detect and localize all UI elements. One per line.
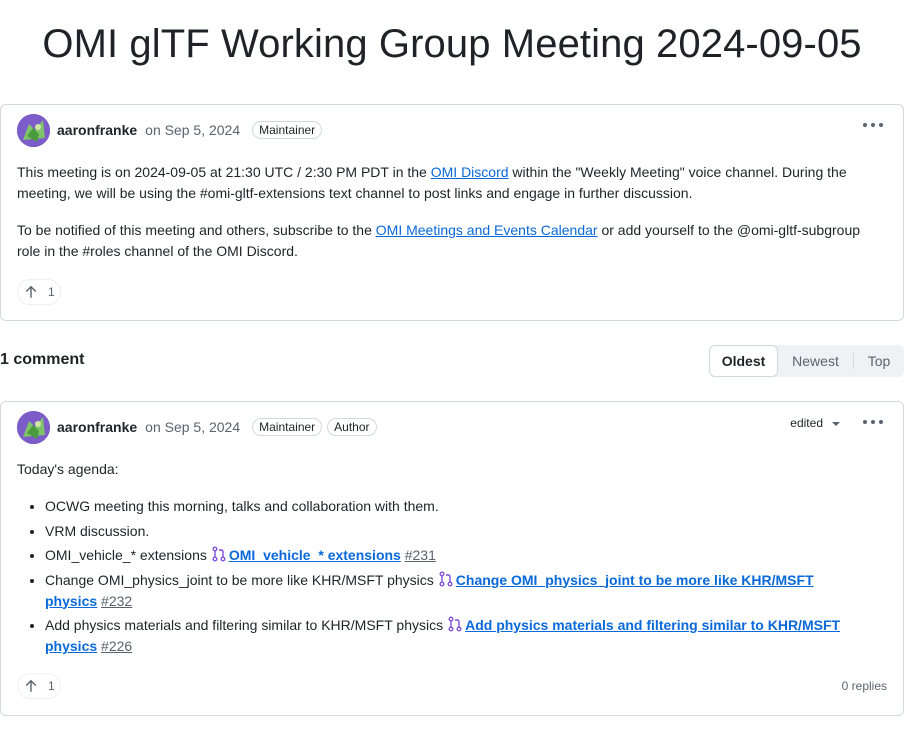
list-item: OCWG meeting this morning, talks and col…: [45, 496, 865, 517]
discussion-post: aaronfranke on Sep 5, 2024 Maintainer Th…: [0, 104, 904, 321]
agenda-item-text: Change OMI_physics_joint to be more like…: [45, 571, 434, 588]
comment-header: aaronfranke on Sep 5, 2024 Maintainer Au…: [17, 410, 377, 444]
page-title: OMI glTF Working Group Meeting 2024-09-0…: [42, 22, 862, 66]
omi-discord-link[interactable]: OMI Discord: [431, 164, 509, 180]
list-item: Change OMI_physics_joint to be more like…: [45, 570, 865, 612]
comment-date[interactable]: on Sep 5, 2024: [145, 419, 240, 435]
git-pull-request-icon: [212, 546, 226, 562]
post-paragraph-2-text: To be notified of this meeting and other…: [17, 222, 376, 238]
list-item: Add physics materials and filtering simi…: [45, 615, 865, 657]
upvote-reaction-button[interactable]: 1: [17, 673, 61, 699]
sort-top-button[interactable]: Top: [854, 345, 904, 377]
more-options-icon[interactable]: [863, 416, 883, 428]
post-paragraph-1-text: This meeting is on 2024-09-05 at 21:30 U…: [17, 164, 431, 180]
reaction-count: 1: [48, 285, 55, 299]
arrow-up-icon: [25, 286, 37, 298]
git-pull-request-icon: [448, 616, 462, 632]
sort-newest-button[interactable]: Newest: [778, 353, 854, 369]
more-options-icon[interactable]: [863, 119, 883, 131]
list-item: VRM discussion.: [45, 521, 865, 542]
comment: aaronfranke on Sep 5, 2024 Maintainer Au…: [0, 401, 904, 716]
author-badge: Author: [327, 418, 377, 436]
post-date[interactable]: on Sep 5, 2024: [145, 122, 240, 138]
comments-count: 1 comment: [0, 351, 85, 368]
arrow-up-icon: [25, 680, 37, 692]
avatar-icon[interactable]: [17, 113, 50, 147]
post-header: aaronfranke on Sep 5, 2024 Maintainer: [17, 113, 323, 147]
comment-author[interactable]: aaronfranke: [57, 419, 137, 435]
pr-link-231[interactable]: OMI_vehicle_* extensions #231: [229, 547, 436, 563]
agenda-intro: Today's agenda:: [17, 461, 119, 477]
sort-oldest-button[interactable]: Oldest: [709, 345, 778, 377]
list-item: OMI_vehicle_* extensions OMI_vehicle_* ex…: [45, 545, 865, 566]
avatar-icon[interactable]: [17, 410, 50, 444]
agenda-item-text: VRM discussion.: [45, 522, 150, 539]
omi-calendar-link[interactable]: OMI Meetings and Events Calendar: [376, 222, 598, 238]
maintainer-badge: Maintainer: [252, 121, 323, 139]
maintainer-badge: Maintainer: [252, 418, 323, 436]
post-paragraph-2: To be notified of this meeting and other…: [17, 220, 877, 262]
agenda-item-text: Add physics materials and filtering simi…: [45, 617, 444, 633]
replies-count[interactable]: 0 replies: [842, 679, 887, 693]
post-author[interactable]: aaronfranke: [57, 122, 137, 138]
agenda-item-text: OCWG meeting this morning, talks and col…: [45, 498, 439, 514]
edited-label: edited: [790, 416, 823, 430]
git-pull-request-icon: [439, 571, 453, 586]
post-paragraph-1: This meeting is on 2024-09-05 at 21:30 U…: [17, 162, 877, 204]
upvote-reaction-button[interactable]: 1: [17, 279, 61, 305]
edited-dropdown[interactable]: edited: [790, 416, 840, 430]
agenda-item-text: OMI_vehicle_* extensions: [45, 547, 207, 563]
triangle-down-icon: [832, 422, 840, 426]
reaction-count: 1: [48, 679, 55, 693]
agenda-list: OCWG meeting this morning, talks and col…: [45, 496, 865, 661]
comment-sort-control: Oldest Newest Top: [709, 345, 904, 377]
